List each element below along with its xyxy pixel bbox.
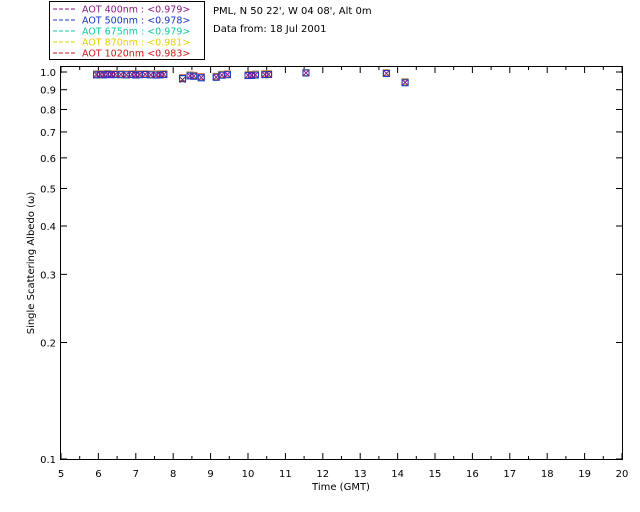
legend-mean: : <0.979> (141, 5, 190, 16)
legend-mean: : <0.978> (141, 16, 190, 27)
legend-label: AOT 870nm (82, 38, 138, 49)
y-tick-label: 0.8 (40, 106, 56, 117)
x-tick-label: 15 (429, 469, 442, 480)
y-tick-label: 0.2 (40, 339, 56, 350)
x-axis-title: Time (GMT) (311, 482, 370, 493)
legend-label: AOT 500nm (82, 16, 138, 27)
x-tick-label: 9 (207, 469, 213, 480)
y-tick-label: 1.0 (40, 68, 56, 79)
x-tick-label: 6 (95, 469, 101, 480)
x-tick-label: 16 (466, 469, 479, 480)
legend-mean: : <0.981> (141, 38, 190, 49)
x-tick-label: 19 (578, 469, 591, 480)
x-axis: 5 6 7 8 9 10 11 12 13 14 15 16 17 18 19 20 (58, 67, 629, 480)
y-tick-label: 0.4 (40, 222, 56, 233)
y-tick-label: 0.3 (40, 270, 56, 281)
y-tick-label: 0.6 (40, 154, 56, 165)
y-tick-label: 0.7 (40, 128, 56, 139)
x-tick-label: 20 (616, 469, 629, 480)
legend-label: AOT 1020nm (82, 49, 144, 60)
legend-label: AOT 675nm (82, 27, 138, 38)
x-tick-label: 11 (279, 469, 292, 480)
x-tick-label: 10 (242, 469, 255, 480)
x-tick-label: 18 (541, 469, 554, 480)
legend-mean: : <0.983> (141, 49, 190, 60)
y-axis: 1.0 0.9 0.8 0.7 0.6 0.5 0.4 0.3 0.2 0.1 (40, 68, 622, 466)
y-tick-label: 0.5 (40, 184, 56, 195)
data-points (93, 69, 409, 87)
legend-mean: : <0.979> (141, 27, 190, 38)
legend-label: AOT 400nm (82, 5, 138, 16)
x-tick-label: 17 (503, 469, 516, 480)
legend: AOT 400nm: <0.979>AOT 500nm: <0.978>AOT … (53, 5, 190, 60)
x-tick-label: 13 (354, 469, 367, 480)
y-tick-label: 0.1 (40, 455, 56, 466)
albedo-chart: AOT 400nm: <0.979>AOT 500nm: <0.978>AOT … (26, 1, 629, 493)
x-tick-label: 8 (170, 469, 176, 480)
x-tick-label: 12 (316, 469, 329, 480)
y-axis-title: Single Scattering Albedo (ω) (26, 192, 37, 335)
x-tick-label: 7 (133, 469, 139, 480)
x-tick-label: 14 (391, 469, 404, 480)
y-tick-label: 0.9 (40, 86, 56, 97)
plot-frame (60, 66, 623, 460)
x-tick-label: 5 (58, 469, 64, 480)
